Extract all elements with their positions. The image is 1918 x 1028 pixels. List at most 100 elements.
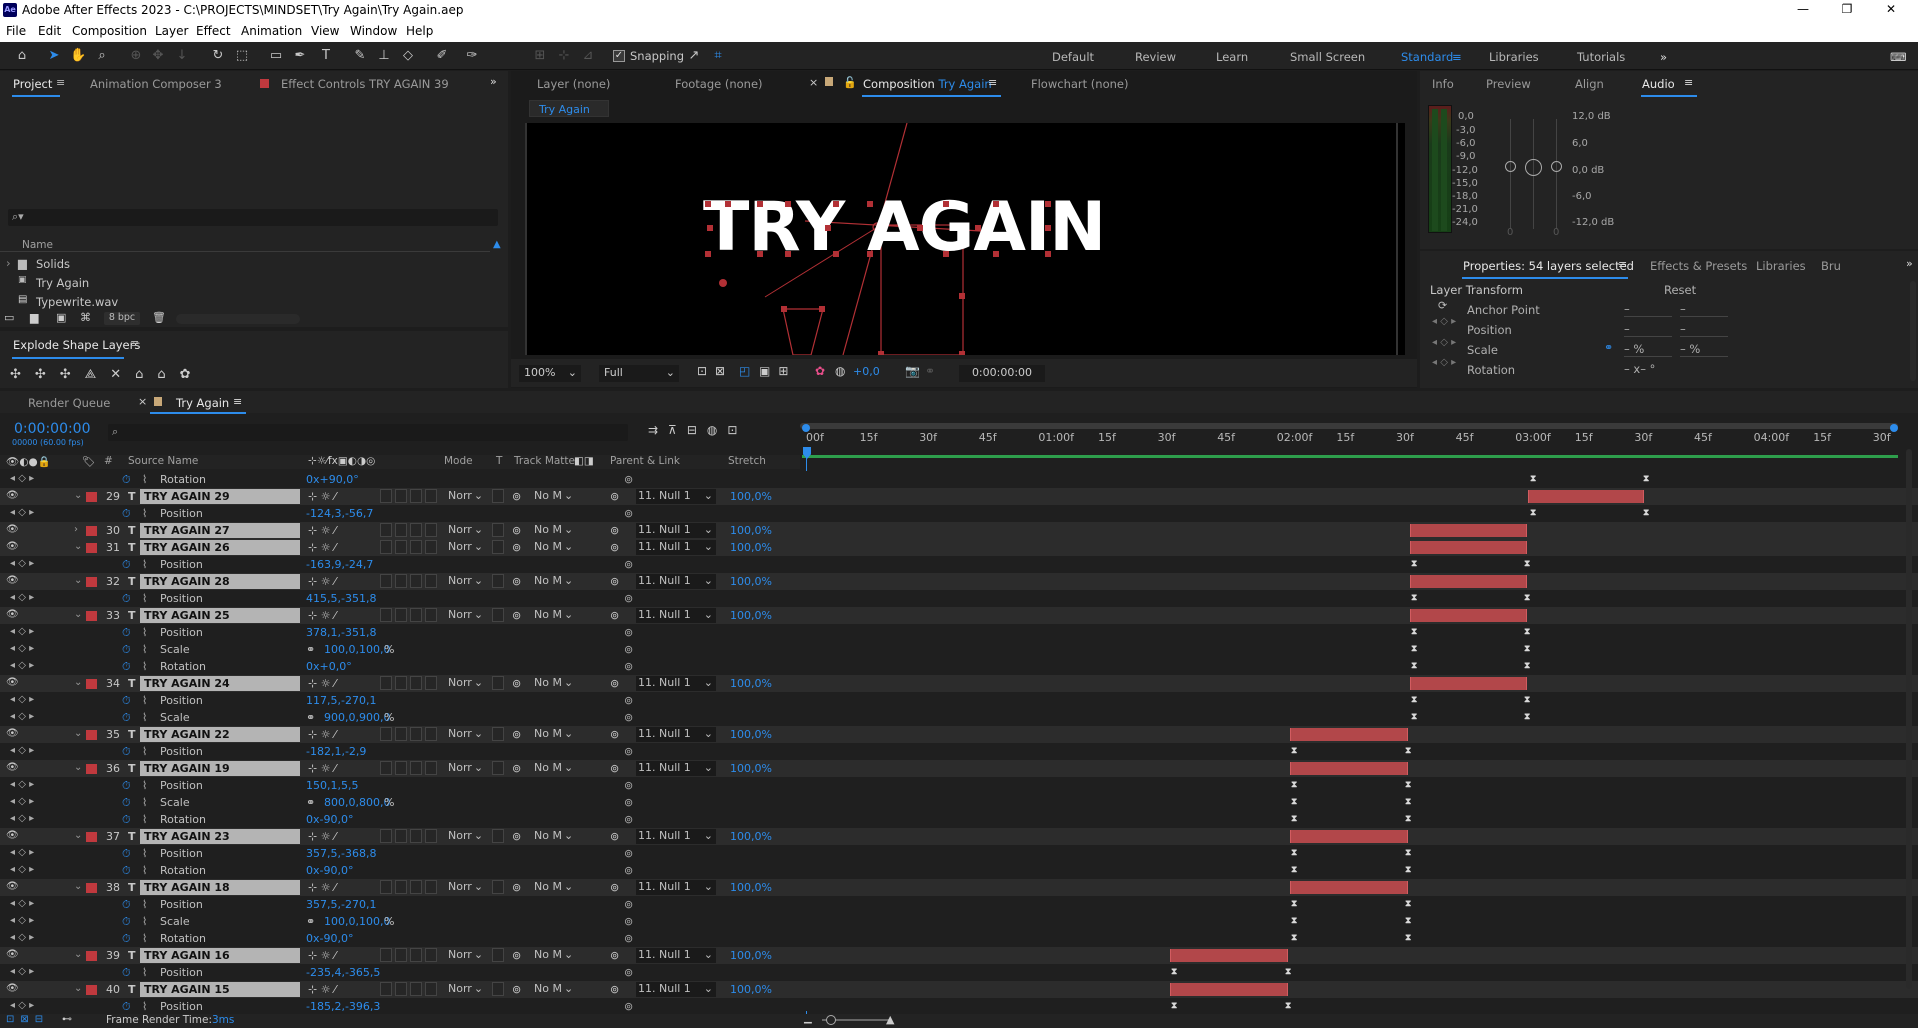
stretch-value[interactable]: 100,0%: [730, 541, 772, 554]
property-row[interactable]: ◂ ◇ ▸ ⏱ ⌇ Position -235,4,-365,5 ⊚ ⧗ ⧗: [0, 964, 1918, 981]
tab-layer[interactable]: Layer (none): [537, 77, 610, 91]
keyframe-nav-icon[interactable]: ◂ ◇ ▸: [1432, 337, 1456, 348]
adjust-settings-icon[interactable]: ⌘: [80, 311, 91, 324]
column-mode[interactable]: Mode: [444, 455, 473, 467]
track-matte-dropdown[interactable]: No M ⌄: [534, 880, 573, 895]
layer-row[interactable]: 👁 ⌄ 35 T TRY AGAIN 22 ⊹ ☼ ⁄ Norr ⌄ ⊚ No M ⌄ ⊚ 11. Nu…: [0, 726, 1918, 743]
track-matte-dropdown[interactable]: No M ⌄: [534, 982, 573, 997]
track-matte-dropdown[interactable]: No M ⌄: [534, 608, 573, 623]
property-row[interactable]: ◂ ◇ ▸ ⏱ ⌇ Rotation 0x-90,0° ⊚ ⧗ ⧗: [0, 930, 1918, 947]
layer-switch[interactable]: [425, 523, 437, 537]
stretch-value[interactable]: 100,0%: [730, 728, 772, 741]
mode-dropdown[interactable]: Norr ⌄: [448, 727, 483, 742]
track-matte-dropdown[interactable]: No M ⌄: [534, 540, 573, 555]
property-value[interactable]: 0x+90,0°: [306, 473, 359, 486]
track-matte-dropdown[interactable]: No M ⌄: [534, 761, 573, 776]
keyframe-icon[interactable]: ⧗: [1405, 933, 1411, 943]
keyframe-nav-icon[interactable]: ◂ ◇ ▸: [10, 898, 34, 909]
keyframe-icon[interactable]: ⧗: [1524, 593, 1530, 603]
parent-dropdown[interactable]: 11. Null 1 ⌄: [636, 489, 716, 504]
property-value[interactable]: 117,5,-270,1: [306, 694, 376, 707]
pickwhip-icon[interactable]: ⊚: [624, 626, 633, 639]
align-icon[interactable]: ⊞: [532, 48, 548, 64]
pickwhip-icon[interactable]: ⊚: [624, 745, 633, 758]
scale-x-input[interactable]: – %: [1624, 342, 1672, 357]
rotate-tool-icon[interactable]: ↻: [210, 48, 226, 64]
tab-align[interactable]: Align: [1575, 77, 1604, 91]
pickwhip-icon[interactable]: ⊚: [610, 541, 619, 554]
roto-brush-tool-icon[interactable]: ✐: [434, 48, 450, 64]
track-matte-dropdown[interactable]: No M ⌄: [534, 676, 573, 691]
pickwhip-icon[interactable]: ⊚: [624, 898, 633, 911]
visibility-eye-icon[interactable]: 👁: [6, 881, 19, 892]
property-row[interactable]: ◂ ◇ ▸ ⏱ ⌇ Position -163,9,-24,7 ⊚ ⧗ ⧗: [0, 556, 1918, 573]
column-stretch[interactable]: Stretch: [728, 455, 766, 467]
keyframe-icon[interactable]: ⧗: [1411, 695, 1417, 705]
visibility-eye-icon[interactable]: 👁: [6, 541, 19, 552]
menu-edit[interactable]: Edit: [38, 24, 61, 38]
lock-icon[interactable]: 🔓: [843, 76, 857, 89]
collapse-arrow-icon[interactable]: ⌄: [74, 575, 82, 586]
constrain-proportions-icon[interactable]: ⚭: [1604, 341, 1613, 354]
layer-name[interactable]: TRY AGAIN 19: [140, 761, 300, 776]
label-color[interactable]: [86, 492, 97, 502]
layer-name[interactable]: TRY AGAIN 22: [140, 727, 300, 742]
zoom-dropdown[interactable]: 100% ⌄: [519, 365, 581, 382]
tab-brushes[interactable]: Bru: [1821, 259, 1841, 273]
layer-switch[interactable]: [410, 540, 422, 554]
layer-duration-bar[interactable]: [1410, 541, 1527, 554]
column-parent-link[interactable]: Parent & Link: [610, 455, 680, 467]
layer-switch[interactable]: [425, 880, 437, 894]
graph-icon[interactable]: ⌇: [142, 507, 147, 520]
graph-icon[interactable]: ⌇: [142, 932, 147, 945]
zoom-tool-icon[interactable]: ⌕: [94, 48, 110, 64]
home-icon[interactable]: ⌂: [14, 48, 30, 64]
layer-switches-icon[interactable]: ⊹ ☼ ⁄: [308, 541, 336, 554]
layer-row[interactable]: 👁 ⌄ 32 T TRY AGAIN 28 ⊹ ☼ ⁄ Norr ⌄ ⊚ No M ⌄ ⊚ 11. Nu…: [0, 573, 1918, 590]
close-tab-icon[interactable]: ×: [138, 395, 147, 408]
tab-footage[interactable]: Footage (none): [675, 77, 763, 91]
stopwatch-icon[interactable]: ⏱: [122, 507, 131, 521]
property-row[interactable]: ◂ ◇ ▸ ⏱ ⌇ Scale ⚭ 100,0,100,0% ⊚ ⧗ ⧗: [0, 641, 1918, 658]
stopwatch-icon[interactable]: ⏱: [122, 847, 131, 861]
graph-icon[interactable]: ⌇: [142, 1000, 147, 1011]
workspace-review[interactable]: Review: [1135, 50, 1176, 64]
footer-toggle-icons[interactable]: ⊡⊠⊟: [6, 1014, 49, 1025]
pickwhip-icon[interactable]: ⊚: [610, 677, 619, 690]
preserve-transparency-toggle[interactable]: [492, 676, 504, 690]
stretch-value[interactable]: 100,0%: [730, 762, 772, 775]
pickwhip-icon[interactable]: ⊚: [624, 847, 633, 860]
visibility-eye-icon[interactable]: 👁: [6, 490, 19, 501]
layer-duration-bar[interactable]: [1290, 881, 1408, 894]
mode-dropdown[interactable]: Norr ⌄: [448, 489, 483, 504]
graph-icon[interactable]: ⌇: [142, 966, 147, 979]
layer-switch[interactable]: [410, 489, 422, 503]
keyframe-icon[interactable]: ⧗: [1643, 508, 1649, 518]
track-matte-dropdown[interactable]: No M ⌄: [534, 727, 573, 742]
stretch-value[interactable]: 100,0%: [730, 575, 772, 588]
explode-tool-icons[interactable]: ✣✣✣⟁✕⌂⌂✿: [10, 367, 205, 382]
selection-tool-icon[interactable]: ➤: [46, 48, 62, 64]
column-track-matte[interactable]: Track Matte: [514, 455, 575, 467]
property-row[interactable]: ◂ ◇ ▸ ⏱ ⌇ Position 117,5,-270,1 ⊚ ⧗ ⧗: [0, 692, 1918, 709]
graph-icon[interactable]: ⌇: [142, 915, 147, 928]
pickwhip-icon[interactable]: ⊚: [610, 830, 619, 843]
preserve-transparency-toggle[interactable]: [492, 982, 504, 996]
new-folder-icon[interactable]: ▆: [30, 311, 38, 324]
slider-left-handle[interactable]: [1505, 161, 1516, 172]
keyframe-icon[interactable]: ⧗: [1171, 967, 1177, 977]
project-scrollbar[interactable]: [176, 314, 300, 324]
layer-switch[interactable]: [395, 489, 407, 503]
layer-duration-bar[interactable]: [1290, 762, 1408, 775]
graph-icon[interactable]: ⌇: [142, 711, 147, 724]
reset-button[interactable]: Reset: [1664, 283, 1696, 297]
label-color[interactable]: [86, 951, 97, 961]
visibility-eye-icon[interactable]: 👁: [6, 728, 19, 739]
distribute-icon[interactable]: ⊹: [556, 48, 572, 64]
keyframe-nav-icon[interactable]: ◂ ◇ ▸: [10, 847, 34, 858]
visibility-eye-icon[interactable]: 👁: [6, 524, 19, 535]
pickwhip-icon[interactable]: ⊚: [610, 575, 619, 588]
layer-switch[interactable]: [395, 540, 407, 554]
parent-dropdown[interactable]: 11. Null 1 ⌄: [636, 829, 716, 844]
tab-effects-presets[interactable]: Effects & Presets: [1650, 259, 1747, 273]
